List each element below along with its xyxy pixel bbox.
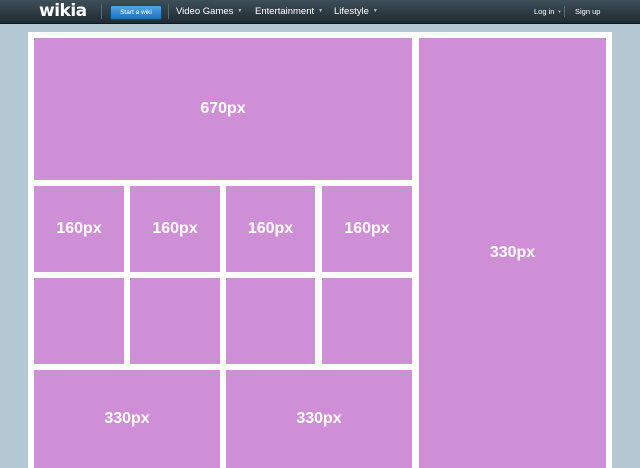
nav-divider: [101, 4, 102, 19]
small-block-empty: [130, 278, 220, 364]
right-rail-block: 330px: [419, 38, 606, 468]
chevron-down-icon: ▼: [237, 8, 243, 14]
chevron-down-icon: ▼: [318, 8, 324, 14]
small-block: 160px: [130, 186, 220, 272]
small-block: 160px: [34, 186, 124, 272]
start-a-wiki-button[interactable]: Start a wiki: [110, 5, 162, 20]
bottom-block: 330px: [34, 370, 220, 468]
small-block-empty: [226, 278, 315, 364]
page-layout-grid: 670px 330px 160px 160px 160px 160px 330p…: [28, 32, 612, 468]
small-block-empty: [322, 278, 412, 364]
nav-entertainment[interactable]: Entertainment ▼: [255, 5, 323, 18]
bottom-block: 330px: [226, 370, 412, 468]
nav-divider: [168, 4, 169, 19]
nav-lifestyle[interactable]: Lifestyle ▼: [334, 5, 378, 18]
login-link[interactable]: Log in ▼: [534, 6, 561, 18]
wikia-logo[interactable]: wikia: [39, 1, 87, 21]
login-label: Log in: [534, 7, 555, 16]
main-content-block: 670px: [34, 38, 412, 180]
nav-divider: [564, 6, 565, 17]
small-block-empty: [34, 278, 124, 364]
small-block: 160px: [322, 186, 412, 272]
global-navigation-bar: wikia Start a wiki Video Games ▼ Entertai…: [0, 0, 640, 24]
chevron-down-icon: ▼: [372, 8, 378, 14]
small-block: 160px: [226, 186, 315, 272]
signup-link[interactable]: Sign up: [575, 6, 600, 18]
nav-entertainment-label: Entertainment: [255, 6, 315, 18]
chevron-down-icon: ▼: [557, 9, 562, 15]
nav-video-games[interactable]: Video Games ▼: [176, 5, 242, 18]
nav-lifestyle-label: Lifestyle: [334, 6, 369, 18]
nav-video-games-label: Video Games: [176, 6, 234, 18]
